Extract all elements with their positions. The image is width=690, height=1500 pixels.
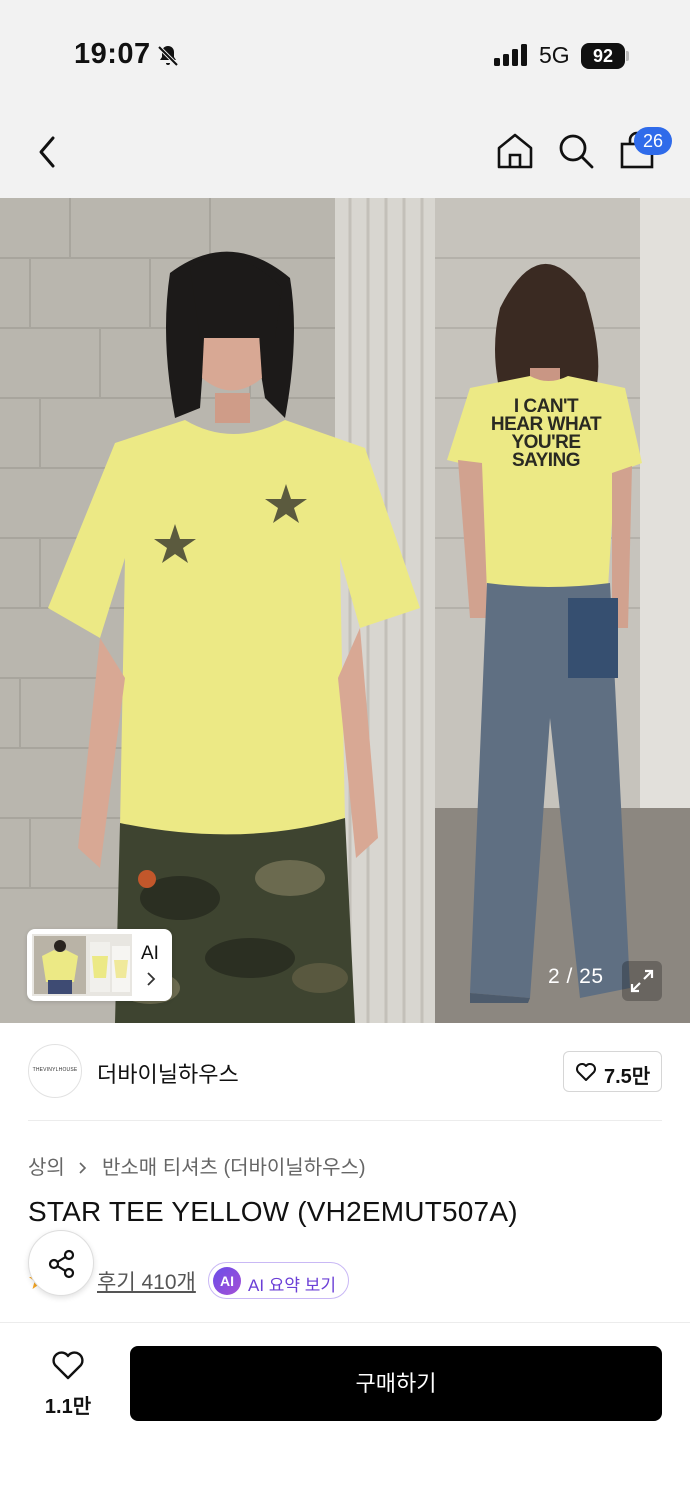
- ai-badge-icon: AI: [213, 1267, 241, 1295]
- breadcrumb-item-subcategory[interactable]: 반소매 티셔츠 (더바이닐하우스): [102, 1157, 366, 1179]
- brand-like-count: 7.5만: [604, 1066, 651, 1088]
- ai-summary-label: AI 요약 보기: [248, 1276, 337, 1295]
- expand-icon[interactable]: [622, 961, 662, 1001]
- ai-styling-chip[interactable]: [27, 929, 172, 1001]
- network-type: 5G: [539, 42, 570, 68]
- search-icon[interactable]: [555, 130, 597, 172]
- bell-off-icon: [157, 45, 179, 67]
- status-bar: 19:07 5G 92: [0, 0, 690, 110]
- ai-chip-label: AI: [141, 943, 159, 964]
- chevron-right-icon: [147, 972, 156, 986]
- brand-like-button[interactable]: 7.5만: [563, 1051, 662, 1092]
- wishlist-count: 1.1만: [44, 1396, 92, 1418]
- brand-logo[interactable]: THEVINYLHOUSE: [28, 1044, 82, 1098]
- product-image-gallery[interactable]: I CAN'T HEAR WHAT YOU'RE SAYING 2 / 25: [0, 198, 690, 1023]
- breadcrumb-item-category[interactable]: 상의: [28, 1157, 65, 1179]
- chevron-right-icon: [79, 1162, 87, 1174]
- image-counter: 2 / 25: [548, 965, 604, 988]
- back-print-text: I CAN'T HEAR WHAT YOU'RE SAYING: [490, 397, 602, 471]
- breadcrumb: 상의 반소매 티셔츠 (더바이닐하우스): [28, 1151, 366, 1180]
- buy-button[interactable]: 구매하기: [130, 1346, 662, 1421]
- brand-name[interactable]: 더바이닐하우스: [97, 1057, 239, 1089]
- review-count-link[interactable]: 후기 410개: [97, 1266, 196, 1296]
- share-icon: [48, 1249, 75, 1279]
- product-photo: [0, 198, 690, 1023]
- heart-outline-icon: [576, 1063, 596, 1081]
- battery-tip: [626, 51, 629, 61]
- divider: [28, 1120, 662, 1121]
- divider: [0, 1322, 690, 1323]
- back-icon[interactable]: [32, 132, 64, 172]
- wishlist-heart-icon[interactable]: [51, 1350, 85, 1381]
- top-nav-bar: 26: [0, 110, 690, 198]
- signal-icon: [494, 44, 527, 66]
- brand-logo-text: THEVINYLHOUSE: [32, 1067, 78, 1073]
- status-time: 19:07: [74, 38, 151, 70]
- ai-summary-button[interactable]: AI AI 요약 보기: [208, 1262, 349, 1299]
- battery-icon: 92: [581, 43, 625, 69]
- cart-count-badge: 26: [634, 127, 672, 155]
- ai-thumbnail-icon: [32, 934, 132, 996]
- home-icon[interactable]: [494, 130, 536, 172]
- product-title: STAR TEE YELLOW (VH2EMUT507A): [28, 1196, 518, 1227]
- share-button[interactable]: [28, 1230, 94, 1296]
- back-print-line: SAYING: [511, 450, 581, 471]
